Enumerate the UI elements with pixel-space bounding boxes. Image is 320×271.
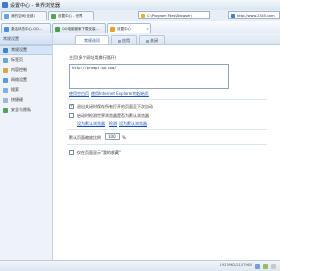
divider [67, 144, 267, 145]
top-tab-space[interactable]: 我的空间(全部) [1, 11, 47, 20]
check-now-link[interactable]: 检测 [109, 121, 117, 127]
favorites-bar-checkbox[interactable] [69, 150, 74, 155]
sidebar-item-network[interactable]: 网络设置 [0, 75, 52, 85]
address-input-left[interactable]: C:\Program Files\Browser\ [138, 11, 210, 19]
divider [67, 129, 267, 130]
divider [67, 99, 267, 100]
page-icon [4, 26, 9, 32]
settings-sidebar: 常规设置 常规设置 标签页 内容控制 网络设置 搜索 快捷键 安全与隐私 [0, 33, 53, 270]
gear-icon [110, 26, 115, 32]
restore-session-checkbox[interactable] [69, 103, 74, 109]
zoom-unit: % [122, 135, 126, 140]
browser-tab-1[interactable]: 激活状态中心-QQ... [1, 23, 51, 33]
tab-general-options[interactable]: 常规选项 [75, 35, 109, 44]
settings-content: 常规选项 应用 关闭 主页(多个网址用换行隔开) http://prompt-q… [53, 33, 280, 260]
use-blank-page-link[interactable]: 使用空白页 [69, 91, 89, 97]
network-icon [3, 77, 8, 83]
shield-icon [3, 107, 8, 113]
sidebar-item-search[interactable]: 搜索 [0, 85, 52, 95]
default-browser-checkbox[interactable] [69, 113, 74, 118]
use-ie-homepage-link[interactable]: 使用Internet Explorer的起始页 [91, 91, 149, 97]
tab-apply[interactable]: 应用 [111, 35, 137, 44]
zoom-icon[interactable] [271, 263, 276, 269]
homepage-textarea[interactable]: http://prompt-qq.com/ [69, 64, 229, 89]
folder-icon [141, 13, 145, 18]
zoom-input[interactable]: 100 [105, 133, 120, 140]
close-icon [146, 39, 149, 43]
browser-tab-2[interactable]: QQ电脑管家下载安装... [52, 23, 106, 33]
content-icon [3, 67, 8, 73]
app-icon [2, 2, 8, 8]
address-input-right[interactable]: http://www.2345.com [228, 11, 280, 19]
content-tabs: 常规选项 应用 关闭 [53, 33, 280, 45]
homepage-label: 主页(多个网址用换行隔开) [69, 55, 117, 60]
apply-icon [118, 39, 121, 43]
security-icon[interactable] [263, 263, 268, 269]
web-icon [231, 13, 235, 18]
zoom-label: 默认页面缩放比例 [69, 135, 101, 140]
sidebar-item-shortcuts[interactable]: 快捷键 [0, 95, 52, 105]
default-browser-label: 启动时检测世界浏览器是否为默认浏览器 [77, 113, 149, 118]
window-title: 设置中心 - 世界浏览器 [10, 3, 60, 9]
sidebar-item-tabs[interactable]: 标签页 [0, 55, 52, 65]
page-icon [55, 26, 60, 32]
status-bar: 1923962/2107960 [0, 260, 280, 271]
status-text: 1923962/2107960 [219, 263, 252, 267]
mode-link[interactable]: 设为默认浏览器 [119, 121, 147, 127]
top-tab-settings[interactable]: 设置中心 - 世界 [48, 11, 94, 20]
sidebar-item-content[interactable]: 内容控制 [0, 65, 52, 75]
sidebar-item-general[interactable]: 常规设置 [0, 45, 52, 55]
sidebar-item-security[interactable]: 安全与隐私 [0, 105, 52, 115]
browser-tab-settings[interactable]: 设置中心 × [107, 23, 151, 33]
restore-session-label: 退出关闭时保存所有打开的页面至下次自动 [77, 104, 153, 109]
close-icon[interactable]: × [146, 24, 149, 33]
set-default-link[interactable]: 设为默认浏览器 [77, 121, 105, 127]
home-icon [3, 47, 8, 53]
sidebar-header: 常规设置 [0, 33, 52, 45]
settings-icon [51, 14, 56, 19]
search-icon [3, 87, 8, 93]
space-icon [4, 14, 9, 19]
tab-close[interactable]: 关闭 [139, 35, 165, 44]
tabs-icon [3, 57, 8, 63]
favorites-bar-label: 仅在页面显示"我的收藏" [77, 150, 121, 155]
keyboard-icon [3, 97, 8, 103]
download-icon[interactable] [255, 263, 260, 269]
